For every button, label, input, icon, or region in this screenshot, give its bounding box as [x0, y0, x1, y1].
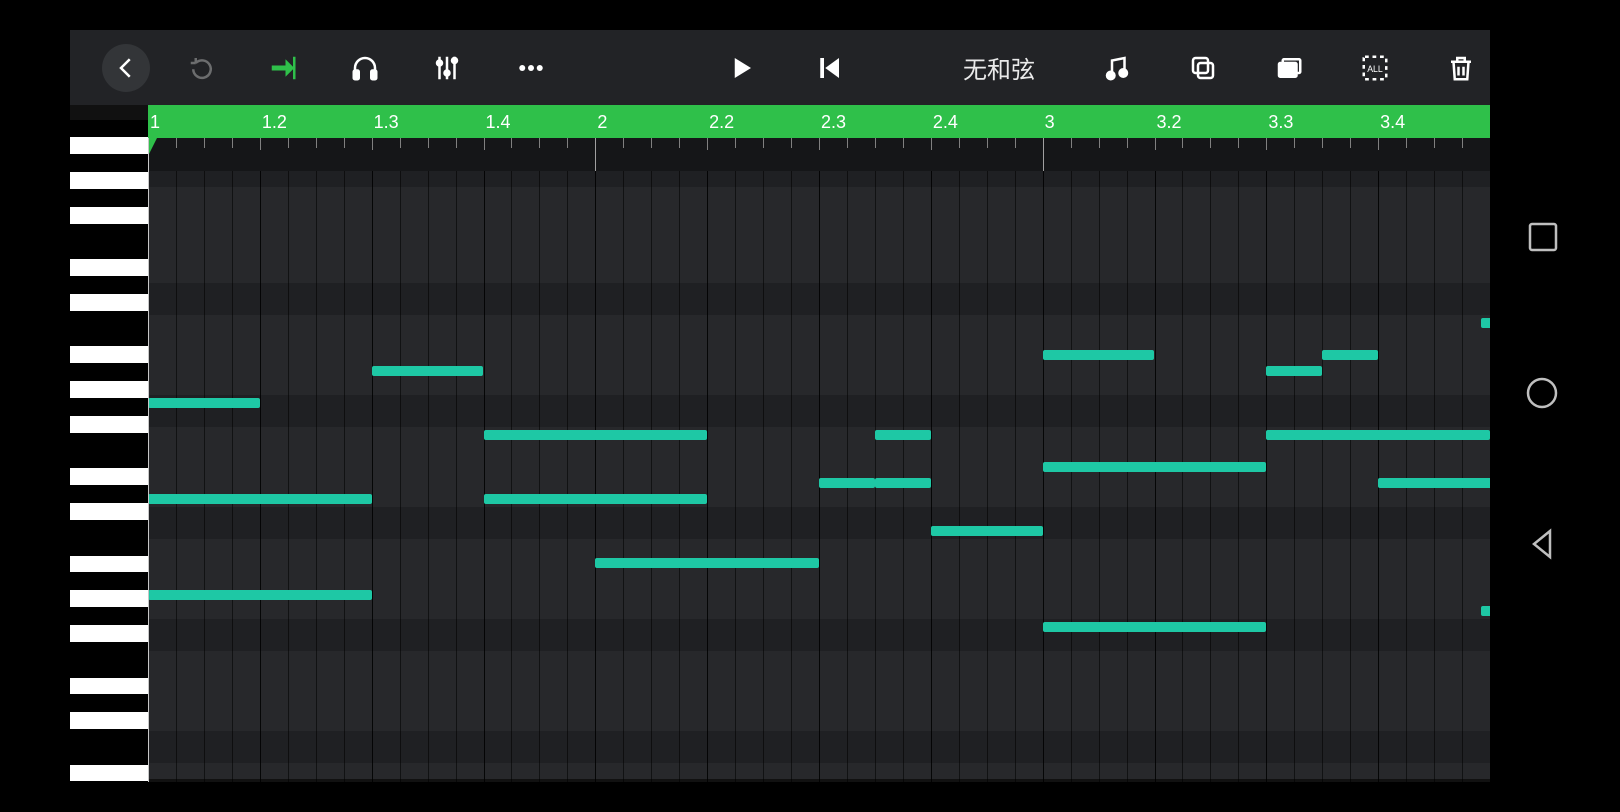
midi-note[interactable] [875, 478, 931, 488]
tick-strip [148, 138, 1490, 171]
midi-note[interactable] [148, 398, 260, 408]
midi-note[interactable] [372, 366, 484, 376]
note-area-scroll[interactable]: 11.21.31.422.22.32.433.23.33.44 [148, 105, 1490, 782]
ruler-label: 1.3 [374, 112, 399, 133]
mixer-button[interactable] [432, 53, 462, 83]
note-grid[interactable] [148, 171, 1490, 782]
piano-key[interactable] [70, 538, 148, 555]
midi-note[interactable] [1481, 318, 1490, 328]
ruler-label: 3 [1045, 112, 1055, 133]
ruler-label: 1.2 [262, 112, 287, 133]
piano-roll-app: 无和弦 ALL 11.21.31.422.22.32.433.23 [70, 30, 1490, 782]
midi-note[interactable] [875, 430, 931, 440]
piano-key[interactable] [70, 765, 148, 782]
piano-key[interactable] [70, 329, 148, 346]
midi-note[interactable] [1266, 366, 1322, 376]
midi-note[interactable] [148, 590, 372, 600]
piano-key[interactable] [70, 312, 148, 329]
piano-key[interactable] [70, 486, 148, 503]
midi-note[interactable] [1266, 430, 1490, 440]
back-button[interactable] [102, 44, 150, 92]
midi-note[interactable] [1378, 478, 1490, 488]
piano-key[interactable] [70, 364, 148, 381]
piano-key[interactable] [70, 207, 148, 224]
ruler-label: 3.3 [1268, 112, 1293, 133]
piano-key[interactable] [70, 503, 148, 520]
ruler-label: 2 [597, 112, 607, 133]
piano-key[interactable] [70, 137, 148, 154]
piano-key[interactable] [70, 225, 148, 242]
piano-key[interactable] [70, 242, 148, 259]
piano-key[interactable] [70, 294, 148, 311]
copy-button[interactable] [1188, 53, 1218, 83]
svg-text:ALL: ALL [1367, 63, 1383, 73]
piano-key[interactable] [70, 399, 148, 416]
ruler-label: 1.4 [486, 112, 511, 133]
midi-note[interactable] [931, 526, 1043, 536]
midi-note[interactable] [1043, 462, 1267, 472]
snap-tool-button[interactable] [268, 53, 298, 83]
ruler-label: 2.3 [821, 112, 846, 133]
midi-note[interactable] [484, 430, 708, 440]
android-back-button[interactable] [1526, 527, 1560, 561]
midi-note[interactable] [484, 494, 708, 504]
piano-key[interactable] [70, 120, 148, 137]
ruler-label: 1 [150, 112, 160, 133]
piano-key[interactable] [70, 416, 148, 433]
chord-status-label[interactable]: 无和弦 [963, 50, 1035, 85]
piano-key[interactable] [70, 155, 148, 172]
piano-key[interactable] [70, 678, 148, 695]
piano-key[interactable] [70, 643, 148, 660]
piano-key[interactable] [70, 660, 148, 677]
piano-key[interactable] [70, 556, 148, 573]
midi-note[interactable] [819, 478, 875, 488]
ruler-label: 2.4 [933, 112, 958, 133]
play-button[interactable] [726, 53, 756, 83]
piano-key[interactable] [70, 172, 148, 189]
midi-note[interactable] [1043, 622, 1267, 632]
regions-button[interactable] [1274, 53, 1304, 83]
ruler-label: 3.4 [1380, 112, 1405, 133]
midi-note[interactable] [1322, 350, 1378, 360]
midi-note[interactable] [148, 494, 372, 504]
piano-key[interactable] [70, 277, 148, 294]
piano-key[interactable] [70, 747, 148, 764]
android-recent-button[interactable] [1526, 220, 1560, 254]
go-to-start-button[interactable] [814, 53, 844, 83]
top-toolbar: 无和弦 ALL [70, 30, 1490, 105]
piano-key[interactable] [70, 259, 148, 276]
headphones-button[interactable] [350, 53, 380, 83]
more-button[interactable] [516, 53, 546, 83]
piano-key[interactable] [70, 434, 148, 451]
piano-key[interactable] [70, 625, 148, 642]
quantize-button[interactable] [1102, 53, 1132, 83]
piano-key-gutter[interactable] [70, 120, 148, 782]
midi-note[interactable] [1043, 350, 1155, 360]
timeline-ruler[interactable]: 11.21.31.422.22.32.433.23.33.44 [148, 105, 1490, 138]
piano-key[interactable] [70, 521, 148, 538]
piano-key[interactable] [70, 346, 148, 363]
ruler-label: 2.2 [709, 112, 734, 133]
midi-note[interactable] [1481, 606, 1490, 616]
select-all-button[interactable]: ALL [1360, 53, 1390, 83]
midi-note[interactable] [595, 558, 819, 568]
piano-key[interactable] [70, 695, 148, 712]
piano-key[interactable] [70, 468, 148, 485]
playhead-line[interactable] [148, 138, 149, 782]
piano-key[interactable] [70, 730, 148, 747]
delete-button[interactable] [1446, 53, 1476, 83]
piano-key[interactable] [70, 190, 148, 207]
piano-key[interactable] [70, 381, 148, 398]
piano-key[interactable] [70, 608, 148, 625]
piano-key[interactable] [70, 451, 148, 468]
piano-key[interactable] [70, 712, 148, 729]
android-home-button[interactable] [1524, 375, 1560, 411]
ruler-label: 3.2 [1157, 112, 1182, 133]
piano-key[interactable] [70, 573, 148, 590]
piano-key[interactable] [70, 590, 148, 607]
undo-button[interactable] [182, 48, 222, 88]
